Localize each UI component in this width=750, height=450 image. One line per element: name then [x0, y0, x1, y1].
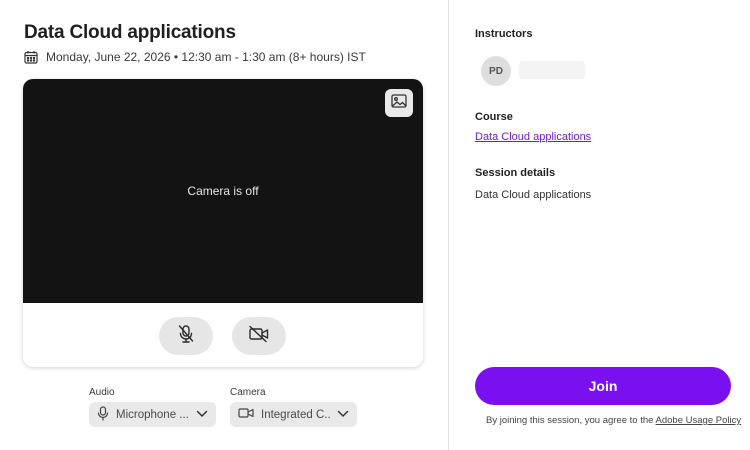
- camera-device-value: Integrated C...: [261, 408, 330, 421]
- session-details-heading: Session details: [475, 167, 556, 179]
- calendar-icon: [24, 50, 38, 64]
- mic-off-icon: [177, 324, 195, 349]
- background-effects-button[interactable]: [385, 89, 413, 117]
- join-button[interactable]: Join: [475, 367, 731, 405]
- agreement-prefix: By joining this session, you agree to th…: [486, 415, 656, 426]
- instructors-heading: Instructors: [475, 28, 533, 40]
- course-link[interactable]: Data Cloud applications: [475, 131, 591, 143]
- session-sidebar: Instructors PD Course Data Cloud applica…: [448, 0, 750, 450]
- chevron-down-icon: [337, 409, 349, 421]
- chevron-down-icon: [196, 409, 208, 421]
- camera-status-text: Camera is off: [187, 184, 259, 198]
- page-title: Data Cloud applications: [24, 22, 236, 43]
- agreement-text: By joining this session, you agree to th…: [486, 415, 741, 426]
- camera-off-icon: [248, 325, 270, 348]
- media-controls: [23, 303, 423, 367]
- session-details-text: Data Cloud applications: [475, 189, 592, 201]
- audio-device-select[interactable]: Microphone ...: [89, 402, 216, 427]
- camera-label: Camera: [230, 387, 266, 398]
- video-preview: Camera is off: [23, 79, 423, 303]
- microphone-icon: [97, 405, 109, 424]
- background-image-icon: [391, 93, 407, 113]
- datetime-text: Monday, June 22, 2026 • 12:30 am - 1:30 …: [46, 50, 366, 64]
- video-preview-card: Camera is off: [23, 79, 423, 367]
- instructor-name-placeholder: [519, 61, 585, 79]
- course-heading: Course: [475, 111, 513, 123]
- toggle-camera-button[interactable]: [232, 317, 286, 355]
- usage-policy-link[interactable]: Adobe Usage Policy: [656, 415, 742, 426]
- audio-label: Audio: [89, 387, 115, 398]
- audio-device-value: Microphone ...: [116, 408, 189, 421]
- instructor-avatar: PD: [481, 56, 511, 86]
- session-datetime: Monday, June 22, 2026 • 12:30 am - 1:30 …: [24, 50, 366, 64]
- mute-microphone-button[interactable]: [159, 317, 213, 355]
- camera-device-select[interactable]: Integrated C...: [230, 402, 357, 427]
- left-panel: Data Cloud applications Monday, June 22,…: [0, 0, 448, 450]
- video-camera-icon: [238, 407, 254, 422]
